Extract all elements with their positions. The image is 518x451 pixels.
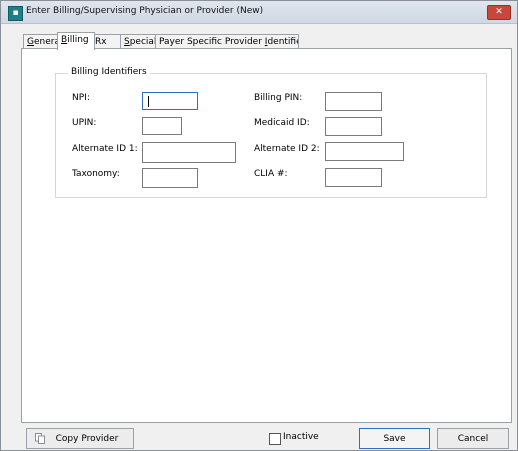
close-icon: ✕ — [495, 7, 503, 17]
copy-provider-label: Copy Provider — [55, 434, 119, 444]
inactive-checkbox[interactable] — [269, 433, 281, 445]
billing-tab-panel: Billing Identifiers NPI: UPIN: Alternate… — [21, 48, 512, 423]
tab-special-label: pecial — [129, 37, 156, 47]
medicaid-id-field[interactable] — [325, 117, 382, 136]
alternate-id-2-label: Alternate ID 2: — [254, 144, 320, 154]
copy-icon — [35, 433, 45, 444]
copy-provider-button[interactable]: Copy Provider — [26, 428, 134, 449]
save-button[interactable]: Save — [359, 428, 430, 449]
cancel-button[interactable]: Cancel — [437, 428, 509, 449]
tab-rx[interactable]: Rx — [91, 34, 121, 49]
upin-field[interactable] — [142, 117, 182, 135]
clia-label: CLIA #: — [254, 169, 288, 179]
tab-rx-label: Rx — [95, 37, 107, 47]
tab-general-accesskey: G — [27, 37, 34, 47]
taxonomy-field[interactable] — [142, 168, 198, 188]
medicaid-id-label: Medicaid ID: — [254, 118, 310, 128]
text-caret — [148, 96, 149, 107]
upin-label: UPIN: — [72, 118, 97, 128]
npi-label: NPI: — [72, 93, 90, 103]
group-title: Billing Identifiers — [68, 67, 150, 77]
tab-payer-specific-identifiers[interactable]: Payer Specific Provider Identifiers — [155, 34, 299, 49]
billing-pin-field[interactable] — [325, 92, 382, 111]
tab-payer-label: Payer Specific Provider — [159, 37, 265, 47]
tab-billing[interactable]: Billing — [57, 32, 95, 50]
alternate-id-2-field[interactable] — [325, 142, 404, 161]
close-button[interactable]: ✕ — [487, 5, 511, 20]
dialog-window: ▪ Enter Billing/Supervising Physician or… — [0, 0, 518, 451]
taxonomy-label: Taxonomy: — [72, 169, 120, 179]
tab-billing-label: illing — [67, 35, 89, 45]
title-bar[interactable]: ▪ Enter Billing/Supervising Physician or… — [1, 1, 517, 24]
alternate-id-1-field[interactable] — [142, 142, 236, 163]
inactive-label: Inactive — [283, 432, 319, 442]
tab-special[interactable]: Special — [120, 34, 156, 49]
app-icon: ▪ — [8, 6, 23, 21]
window-title: Enter Billing/Supervising Physician or P… — [26, 6, 264, 16]
npi-field[interactable] — [142, 92, 198, 110]
clia-field[interactable] — [325, 168, 382, 187]
billing-identifiers-group: Billing Identifiers NPI: UPIN: Alternate… — [55, 67, 487, 198]
billing-pin-label: Billing PIN: — [254, 93, 303, 103]
alternate-id-1-label: Alternate ID 1: — [72, 144, 138, 154]
